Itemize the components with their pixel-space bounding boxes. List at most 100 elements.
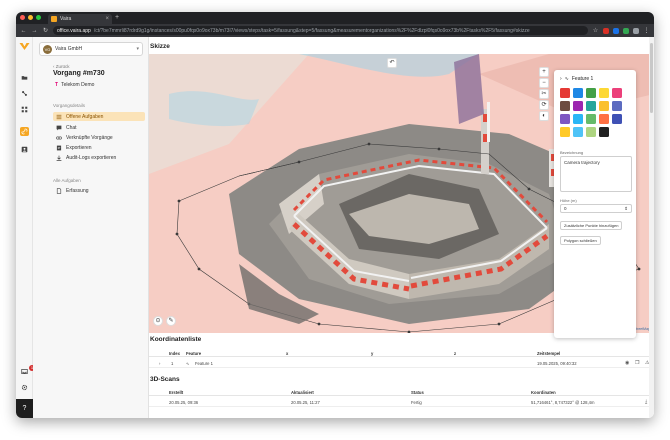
company-avatar: VG <box>43 44 52 54</box>
rail-grid-button[interactable] <box>20 105 29 114</box>
sidebar-item-chat[interactable]: Chat <box>53 123 145 132</box>
minimize-window-button[interactable] <box>28 15 33 20</box>
col-updated: Aktualisiert <box>291 390 314 395</box>
forward-icon[interactable]: → <box>31 28 38 34</box>
zoom-out-button[interactable]: − <box>539 78 549 88</box>
row-index: 1 <box>171 361 174 366</box>
url-field[interactable]: office.vaira.app /ct/?be7mmrli87rdrd9g1g… <box>53 26 588 35</box>
app-rail: 1 ? <box>16 37 35 418</box>
description-input[interactable]: Camera trajectory <box>560 156 632 192</box>
color-swatch[interactable] <box>586 127 596 137</box>
close-window-button[interactable] <box>20 15 25 20</box>
profile-icon[interactable] <box>633 27 639 34</box>
company-switcher[interactable]: VG Vaira GmbH ▾ <box>39 42 143 56</box>
scissors-button[interactable]: ✂ <box>539 89 549 99</box>
extension-icon[interactable] <box>603 27 609 34</box>
col-x: x <box>286 351 289 356</box>
sidebar-item-label: Audit-Logs exportieren <box>66 154 117 161</box>
color-swatch[interactable] <box>586 101 596 111</box>
rail-workflow-button[interactable] <box>20 89 29 98</box>
sidebar-item-linked[interactable]: Verknüpfte Vorgänge <box>53 133 145 142</box>
browser-tab[interactable]: Vaira × <box>48 14 112 24</box>
color-swatch[interactable] <box>573 88 583 98</box>
color-swatch[interactable] <box>612 101 622 111</box>
camera-button[interactable]: ◐ <box>539 111 549 121</box>
extension-icon[interactable] <box>623 27 629 34</box>
tab-title: Vaira <box>60 16 72 22</box>
eye-icon[interactable]: ◉ <box>625 360 629 366</box>
app: 1 ? VG Vaira GmbH ▾ ‹ Zurück Vorgang #m7… <box>16 37 654 418</box>
stepper-icon[interactable]: ⇕ <box>624 206 628 211</box>
sidebar-item-audit-export[interactable]: Audit-Logs exportieren <box>53 153 145 162</box>
rail-tasks-button[interactable] <box>20 127 29 136</box>
color-swatch[interactable] <box>560 127 570 137</box>
color-swatch[interactable] <box>560 114 570 124</box>
rail-folder-button[interactable] <box>20 73 29 82</box>
height-input[interactable]: 0 ⇕ <box>560 204 632 213</box>
color-swatch[interactable] <box>560 88 570 98</box>
undo-button[interactable]: ↶ <box>387 58 397 68</box>
feature-panel: › ∿ Feature 1 Bezeichnung Camera traject… <box>554 70 636 338</box>
color-swatch[interactable] <box>586 114 596 124</box>
color-swatch[interactable] <box>573 114 583 124</box>
vaira-logo-icon[interactable] <box>19 42 30 51</box>
color-swatch[interactable] <box>612 114 622 124</box>
star-icon[interactable]: ☆ <box>592 27 599 34</box>
description-label: Bezeichnung <box>560 150 584 155</box>
color-swatch[interactable] <box>573 101 583 111</box>
table-row[interactable]: 20.05.25, 09:36 20.05.25, 11:27 Fertig 5… <box>149 397 654 407</box>
color-swatch[interactable] <box>612 88 622 98</box>
scrollbar-thumb[interactable] <box>650 43 653 113</box>
zoom-in-button[interactable]: + <box>539 67 549 77</box>
maximize-window-button[interactable] <box>36 15 41 20</box>
scan-status: Fertig <box>411 400 422 405</box>
sidebar-item-export[interactable]: Exportieren <box>53 143 145 152</box>
table-row[interactable]: › 1 ∿ Feature 1 19.05.2025, 09:40:32 ◉ ❐… <box>149 358 654 368</box>
export-icon <box>56 145 62 150</box>
sidebar: VG Vaira GmbH ▾ ‹ Zurück Vorgang #m730 T… <box>33 37 149 418</box>
row-feature: Feature 1 <box>195 361 213 366</box>
collapse-chevron-icon[interactable]: › <box>560 76 562 82</box>
scans-title: 3D-Scans <box>150 376 180 383</box>
url-host: office.vaira.app <box>57 27 91 34</box>
case-title: Vorgang #m730 <box>53 70 105 77</box>
sidebar-item-open-tasks[interactable]: Offene Aufgaben <box>53 112 145 121</box>
color-swatch[interactable] <box>599 101 609 111</box>
chat-icon <box>56 125 62 130</box>
close-polygon-button[interactable]: Polygon schließen <box>560 236 601 245</box>
favicon-icon <box>51 16 57 22</box>
page-scrollbar[interactable] <box>649 37 654 418</box>
back-icon[interactable]: ← <box>20 28 27 34</box>
menu-icon[interactable]: ⋮ <box>643 27 650 34</box>
col-y: y <box>371 351 374 356</box>
browser-window: Vaira × + ← → ↻ office.vaira.app /ct/?be… <box>16 12 654 418</box>
rail-contacts-button[interactable] <box>20 145 29 154</box>
sidebar-item-capture[interactable]: Erfassung <box>53 186 145 195</box>
color-swatch[interactable] <box>599 88 609 98</box>
row-timestamp: 19.05.2025, 09:40:32 <box>537 361 577 366</box>
copy-icon[interactable]: ❐ <box>635 360 639 366</box>
rail-notifications-button[interactable]: 1 <box>20 365 35 376</box>
color-swatch[interactable] <box>573 127 583 137</box>
new-tab-icon[interactable]: + <box>115 14 119 21</box>
color-swatch[interactable] <box>599 127 609 137</box>
rail-settings-button[interactable] <box>20 383 29 392</box>
window-controls <box>20 15 41 20</box>
download-icon[interactable]: ⤓ <box>645 399 647 405</box>
add-points-button[interactable]: Zusätzliche Punkte hinzufügen <box>560 221 623 230</box>
expand-chevron-icon[interactable]: › <box>159 361 160 366</box>
help-button[interactable]: ? <box>16 399 33 418</box>
extension-icon[interactable] <box>613 27 619 34</box>
list-icon <box>56 114 62 119</box>
reset-view-button[interactable]: ⊙ <box>153 316 163 326</box>
rotate-button[interactable]: ⟳ <box>539 100 549 110</box>
trajectory-icon: ∿ <box>564 76 569 82</box>
edit-button[interactable]: ✎ <box>166 316 176 326</box>
tab-close-icon[interactable]: × <box>105 16 109 22</box>
color-swatch[interactable] <box>586 88 596 98</box>
color-swatch[interactable] <box>560 101 570 111</box>
back-link[interactable]: ‹ Zurück <box>53 64 70 69</box>
color-swatch[interactable] <box>599 114 609 124</box>
feature-name: Feature 1 <box>571 76 594 82</box>
reload-icon[interactable]: ↻ <box>42 27 49 34</box>
